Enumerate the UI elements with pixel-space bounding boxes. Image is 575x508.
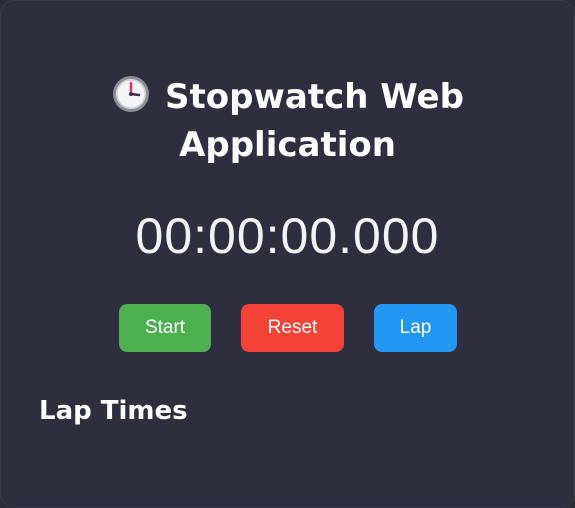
time-display: 00:00:00.000 (135, 208, 440, 264)
clock-icon (113, 76, 150, 112)
page-title: Stopwatch Web Application (98, 73, 478, 169)
page-title-text: Stopwatch Web Application (165, 77, 464, 165)
lap-button[interactable]: Lap (374, 304, 457, 352)
header: Stopwatch Web Application (1, 73, 574, 169)
stopwatch-card: Stopwatch Web Application 00:00:00.000 S… (0, 0, 575, 508)
lap-times-heading: Lap Times (39, 396, 188, 426)
reset-button[interactable]: Reset (241, 304, 344, 352)
start-button[interactable]: Start (119, 304, 211, 352)
